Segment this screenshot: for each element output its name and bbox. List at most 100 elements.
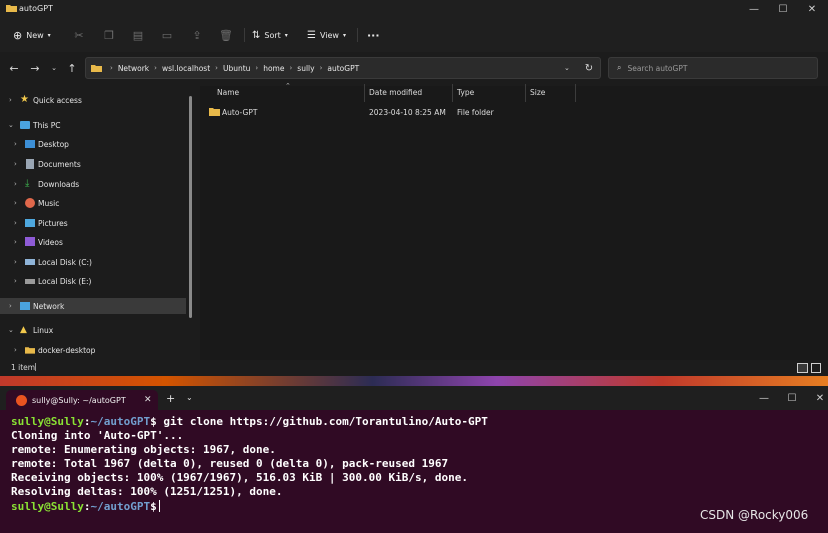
nav-item-videos[interactable]: › Videos [0, 234, 186, 250]
folder-icon [25, 347, 35, 354]
breadcrumb-wsl-localhost[interactable]: wsl.localhost [162, 64, 210, 73]
recent-locations-chevron-icon[interactable]: ⌄ [47, 60, 61, 76]
refresh-icon[interactable]: ↻ [582, 60, 596, 76]
close-tab-icon[interactable]: ✕ [144, 395, 152, 405]
nav-item-local-disk-c[interactable]: › Local Disk (C:) [0, 254, 186, 270]
terminal-output[interactable]: sully@Sully:~/autoGPT$ git clone https:/… [11, 415, 821, 514]
new-label: New [26, 30, 44, 40]
explorer-toolbar: ⊕ New ▾ ✂ ❐ ▤ ▭ ⇪ 🗑 ⇅ Sort ▾ ☰ View ▾ ··… [0, 18, 828, 52]
folder-icon [209, 108, 220, 116]
nav-item-pictures[interactable]: › Pictures [0, 215, 186, 231]
breadcrumb-ubuntu[interactable]: Ubuntu [223, 64, 250, 73]
file-name[interactable]: Auto-GPT [222, 108, 257, 117]
breadcrumb-sully[interactable]: sully [297, 64, 314, 73]
videos-icon [25, 237, 35, 246]
nav-label: Downloads [38, 179, 80, 189]
breadcrumb-autogpt[interactable]: autoGPT [327, 64, 359, 73]
chevron-right-icon: › [14, 258, 17, 266]
up-arrow-icon[interactable]: ↑ [65, 60, 79, 76]
column-header-size[interactable]: Size [530, 88, 545, 102]
chevron-right-icon: › [14, 180, 17, 188]
view-icon: ☰ [307, 29, 316, 41]
terminal-tab[interactable]: sully@Sully: ~/autoGPT ✕ [6, 390, 158, 410]
column-divider[interactable] [452, 84, 453, 102]
chevron-right-icon: › [9, 302, 12, 310]
nav-item-quick-access[interactable]: › ★ Quick access [0, 92, 186, 108]
rename-icon[interactable]: ▭ [160, 28, 174, 42]
watermark: CSDN @Rocky006 [700, 508, 809, 522]
copy-icon[interactable]: ❐ [102, 28, 116, 42]
search-box[interactable]: ⌕ [608, 57, 818, 79]
cut-icon[interactable]: ✂ [72, 28, 86, 42]
nav-label: Local Disk (E:) [38, 276, 92, 286]
column-header-type[interactable]: Type [457, 88, 474, 102]
column-divider[interactable] [364, 84, 365, 102]
terminal-close-button[interactable]: ✕ [806, 389, 828, 407]
chevron-right-icon: › [14, 140, 17, 148]
chevron-right-icon: › [14, 238, 17, 246]
paste-icon[interactable]: ▤ [131, 28, 145, 42]
column-header-date-modified[interactable]: Date modified [369, 88, 422, 102]
desktop-wallpaper-strip [0, 376, 828, 386]
sort-button[interactable]: ⇅ Sort ▾ [252, 26, 288, 44]
item-count: 1 item [11, 363, 36, 372]
prompt-user: sully@Sully [11, 415, 84, 428]
nav-item-local-disk-e[interactable]: › Local Disk (E:) [0, 273, 186, 289]
chevron-down-icon: ⌄ [8, 121, 14, 129]
new-button[interactable]: ⊕ New ▾ [13, 26, 51, 44]
terminal-maximize-button[interactable]: ☐ [778, 389, 806, 407]
toolbar-divider [244, 28, 245, 42]
forward-arrow-icon[interactable]: → [28, 60, 42, 76]
breadcrumb-network[interactable]: Network [118, 64, 149, 73]
terminal-tab-title: sully@Sully: ~/autoGPT [32, 395, 126, 405]
nav-item-linux[interactable]: ⌄ ▲ Linux [0, 322, 186, 338]
chevron-down-icon: ⌄ [8, 326, 14, 334]
nav-item-music[interactable]: › Music [0, 195, 186, 211]
chevron-right-icon: › [154, 64, 157, 72]
breadcrumb-home[interactable]: home [263, 64, 284, 73]
nav-label: docker-desktop [38, 345, 96, 355]
nav-item-desktop[interactable]: › Desktop [0, 136, 186, 152]
column-divider[interactable] [575, 84, 576, 102]
file-type: File folder [457, 108, 494, 117]
maximize-button[interactable]: ☐ [769, 0, 797, 18]
chevron-right-icon: › [319, 64, 323, 72]
column-header-name[interactable]: Name [217, 88, 239, 102]
new-tab-button[interactable]: + [166, 392, 175, 405]
details-view-icon[interactable] [797, 363, 808, 373]
nav-label: Pictures [38, 218, 68, 228]
nav-item-downloads[interactable]: › ⤓ Downloads [0, 176, 186, 192]
sort-icon: ⇅ [252, 29, 261, 41]
view-button[interactable]: ☰ View ▾ [307, 26, 346, 44]
delete-icon[interactable]: 🗑 [219, 28, 233, 42]
window-title: autoGPT [19, 4, 53, 13]
output-line: remote: Total 1967 (delta 0), reused 0 (… [11, 457, 449, 471]
nav-item-network[interactable]: › Network [0, 298, 186, 314]
navigation-scrollbar[interactable] [189, 96, 192, 318]
tiles-view-icon[interactable] [811, 363, 821, 373]
nav-label: Linux [33, 325, 54, 335]
nav-label: This PC [33, 120, 61, 130]
search-input[interactable] [627, 63, 808, 73]
address-bar[interactable]: › Network › wsl.localhost › Ubuntu › hom… [85, 57, 601, 79]
toolbar-divider [357, 28, 358, 42]
nav-item-docker-desktop[interactable]: › docker-desktop [0, 342, 186, 358]
nav-label: Documents [38, 159, 81, 169]
chevron-right-icon: › [9, 96, 12, 104]
tab-dropdown-chevron-icon[interactable]: ⌄ [186, 393, 193, 402]
chevron-right-icon: › [14, 160, 17, 168]
nav-label: Music [38, 198, 60, 208]
column-divider[interactable] [525, 84, 526, 102]
more-options-button[interactable]: ··· [367, 26, 380, 44]
close-button[interactable]: ✕ [798, 0, 826, 18]
nav-item-documents[interactable]: › Documents [0, 156, 186, 172]
prompt-path: ~/autoGPT [90, 499, 151, 513]
nav-item-this-pc[interactable]: ⌄ This PC [0, 117, 186, 133]
folder-icon [91, 65, 102, 72]
minimize-button[interactable]: — [740, 0, 768, 18]
back-arrow-icon[interactable]: ← [7, 60, 21, 76]
terminal-minimize-button[interactable]: — [750, 389, 778, 407]
explorer-titlebar: autoGPT — ☐ ✕ [0, 0, 828, 18]
address-history-chevron-icon[interactable]: ⌄ [564, 64, 570, 72]
share-icon[interactable]: ⇪ [190, 28, 204, 42]
